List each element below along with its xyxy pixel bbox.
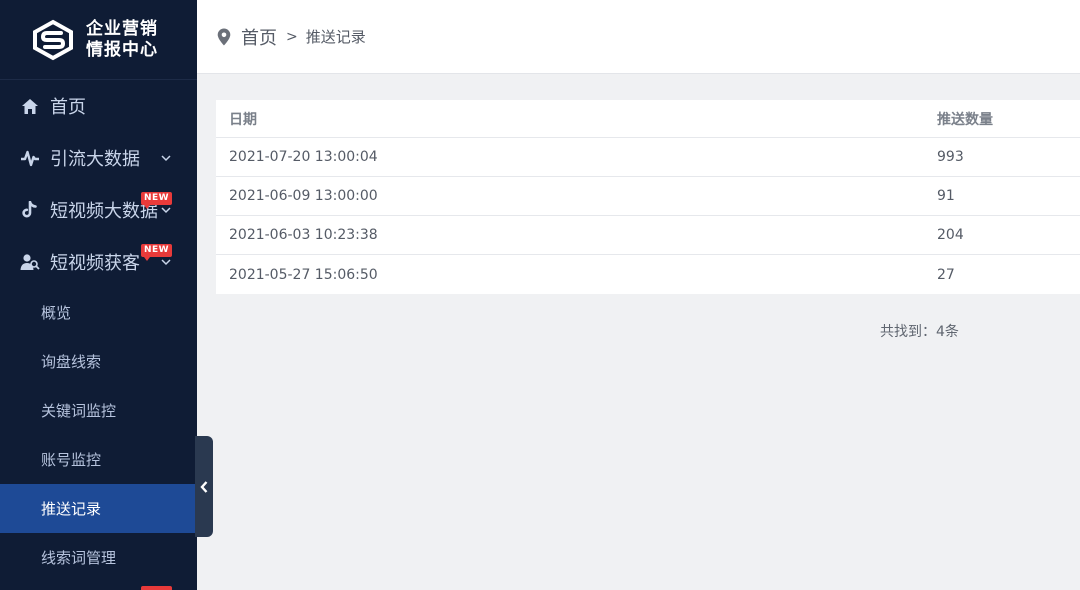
- logo-icon: [33, 19, 73, 60]
- nav-item-home[interactable]: 首页: [0, 80, 197, 132]
- nav-label-traffic-data: 引流大数据: [50, 149, 140, 170]
- sidebar-item-label: 询盘线索: [41, 353, 102, 371]
- cell-date: 2021-07-20 13:00:04: [229, 149, 378, 165]
- cell-push-count: 993: [937, 149, 964, 165]
- table-header: 日期 推送数量: [216, 100, 1080, 138]
- pulse-icon: [20, 148, 40, 168]
- logo-line1: 企业营销: [86, 18, 158, 39]
- total-count: 共找到：4条: [880, 324, 959, 340]
- cell-push-count: 27: [937, 266, 955, 283]
- column-header-date: 日期: [229, 111, 257, 128]
- chevron-up-icon: [161, 259, 171, 266]
- table-row: 2021-05-27 15:06:50 27: [216, 255, 1080, 294]
- breadcrumb-separator: >: [286, 28, 298, 45]
- users-icon: [20, 252, 40, 272]
- table-row: 2021-07-20 13:00:04 993: [216, 138, 1080, 177]
- table-row: 2021-06-09 13:00:00 91: [216, 177, 1080, 216]
- sidebar-item-label: 推送记录: [41, 500, 102, 518]
- sidebar-item-label: 关键词监控: [41, 402, 117, 420]
- table-row: 2021-06-03 10:23:38 204: [216, 216, 1080, 255]
- sidebar: 企业营销 情报中心 首页 引流大数据 短视频大数据 NEW 短视频获客 NEW …: [0, 0, 197, 590]
- sidebar-item-push-records[interactable]: 推送记录: [0, 484, 197, 533]
- chevron-down-icon: [161, 207, 171, 214]
- header: 首页 > 推送记录: [197, 0, 1080, 74]
- nav-label-home: 首页: [50, 97, 86, 118]
- breadcrumb-home[interactable]: 首页: [241, 24, 277, 50]
- nav-item-short-video-acquisition[interactable]: 短视频获客 NEW: [0, 236, 197, 288]
- sidebar-item-label: 账号监控: [41, 451, 102, 469]
- logo-line2: 情报中心: [86, 39, 158, 60]
- sidebar-item-overview[interactable]: 概览: [0, 288, 197, 337]
- cell-date: 2021-05-27 15:06:50: [229, 266, 378, 283]
- location-pin-icon: [217, 28, 231, 45]
- cell-push-count: 91: [937, 188, 955, 204]
- chevron-down-icon: [161, 155, 171, 162]
- breadcrumb-current: 推送记录: [305, 28, 366, 46]
- sidebar-item-inquiry-leads[interactable]: 询盘线索: [0, 337, 197, 386]
- new-badge-partial: [141, 586, 172, 590]
- push-records-table: 日期 推送数量 2021-07-20 13:00:04 993 2021-06-…: [216, 100, 1080, 294]
- chevron-left-icon: [200, 480, 208, 493]
- logo[interactable]: 企业营销 情报中心: [0, 0, 197, 80]
- nav-item-traffic-data[interactable]: 引流大数据: [0, 132, 197, 184]
- cell-date: 2021-06-09 13:00:00: [229, 188, 378, 204]
- sidebar-collapse-button[interactable]: [195, 436, 213, 537]
- sidebar-item-keyword-monitor[interactable]: 关键词监控: [0, 386, 197, 435]
- home-icon: [20, 96, 40, 116]
- nav-label-short-video-acquisition: 短视频获客: [50, 253, 140, 274]
- sidebar-item-lead-words[interactable]: 线索词管理: [0, 533, 197, 582]
- sidebar-item-label: 线索词管理: [41, 549, 117, 567]
- column-header-push-count: 推送数量: [937, 111, 993, 128]
- sidebar-item-account-monitor[interactable]: 账号监控: [0, 435, 197, 484]
- cell-date: 2021-06-03 10:23:38: [229, 227, 378, 243]
- sidebar-item-label: 概览: [41, 304, 72, 322]
- tiktok-icon: [20, 200, 40, 220]
- cell-push-count: 204: [937, 227, 964, 243]
- nav-item-short-video-data[interactable]: 短视频大数据 NEW: [0, 184, 197, 236]
